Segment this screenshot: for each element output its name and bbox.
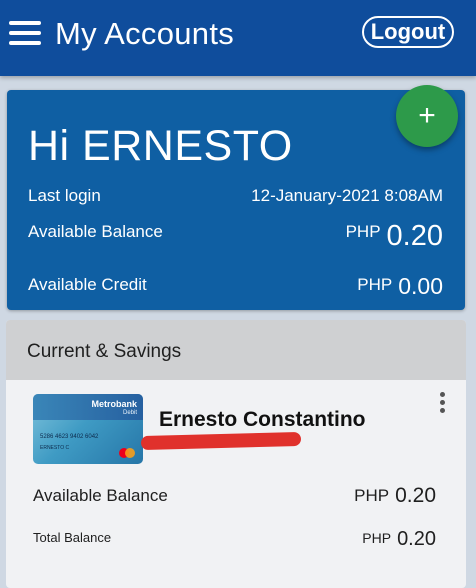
last-login-value: 12-January-2021 8:08AM bbox=[251, 186, 443, 205]
account-owner-name[interactable]: Ernesto Constantino bbox=[159, 408, 366, 432]
card-brand: Metrobank bbox=[91, 399, 137, 409]
currency-label: PHP bbox=[345, 222, 381, 241]
section-header: Current & Savings bbox=[6, 320, 466, 380]
available-credit-label: Available Credit bbox=[28, 275, 147, 294]
more-options-icon[interactable] bbox=[437, 392, 447, 416]
plus-icon: + bbox=[418, 99, 436, 132]
app-bar: My Accounts Logout bbox=[0, 0, 476, 76]
available-balance-value: PHP 0.20 bbox=[346, 220, 443, 253]
currency-label: PHP bbox=[362, 530, 392, 546]
total-balance-amount: 0.20 bbox=[397, 528, 436, 550]
total-balance-value: PHP 0.20 bbox=[362, 528, 436, 551]
available-balance-label: Available Balance bbox=[28, 222, 163, 241]
card-number: 5286 4623 9402 6042 bbox=[40, 434, 99, 440]
currency-label: PHP bbox=[354, 486, 390, 505]
available-balance-amount: 0.20 bbox=[386, 220, 443, 252]
currency-label: PHP bbox=[357, 275, 393, 294]
last-login-label: Last login bbox=[28, 186, 101, 205]
logout-button[interactable]: Logout bbox=[362, 16, 454, 48]
account-available-balance-label: Available Balance bbox=[33, 486, 168, 505]
greeting-text: Hi ERNESTO bbox=[28, 122, 293, 170]
page-title: My Accounts bbox=[55, 16, 235, 51]
current-savings-section: Current & Savings Metrobank Debit 5286 4… bbox=[6, 320, 466, 588]
available-credit-value: PHP 0.00 bbox=[357, 273, 443, 300]
account-available-balance-value: PHP 0.20 bbox=[354, 484, 436, 508]
available-credit-amount: 0.00 bbox=[398, 273, 443, 299]
total-balance-label: Total Balance bbox=[33, 530, 112, 545]
section-title: Current & Savings bbox=[27, 341, 182, 362]
mastercard-logo-icon bbox=[119, 448, 135, 458]
hamburger-menu-icon[interactable] bbox=[9, 21, 41, 47]
account-available-balance-amount: 0.20 bbox=[395, 484, 436, 507]
card-type: Debit bbox=[122, 410, 137, 416]
card-holder: ERNESTO C bbox=[40, 445, 70, 451]
add-account-button[interactable]: + bbox=[396, 85, 458, 147]
debit-card-image[interactable]: Metrobank Debit 5286 4623 9402 6042 ERNE… bbox=[33, 394, 143, 464]
redaction-mark bbox=[140, 431, 302, 451]
